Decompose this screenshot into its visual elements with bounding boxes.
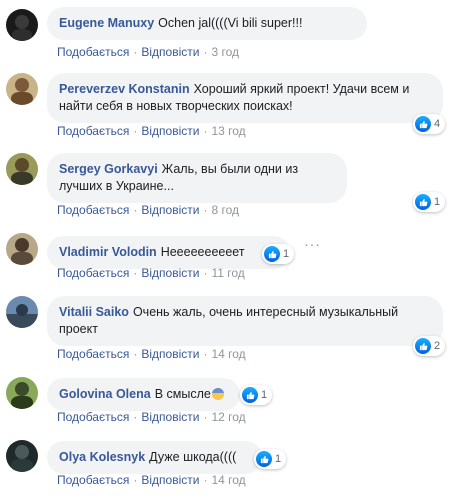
avatar[interactable] <box>6 233 38 265</box>
like-link[interactable]: Подобається <box>57 347 129 361</box>
comment-bubble: Vladimir Volodin Неееееееееет <box>47 236 290 269</box>
reply-link[interactable]: Відповісти <box>141 266 199 280</box>
reaction-number: 4 <box>434 118 441 130</box>
comment-text: Дуже шкода(((( <box>149 450 237 464</box>
separator: · <box>203 347 208 361</box>
comment-bubble: Olya Kolesnyk Дуже шкода(((( <box>47 441 262 474</box>
comment-bubble: Pereverzev Konstanin Хороший яркий проект… <box>47 73 443 123</box>
avatar[interactable] <box>6 153 38 185</box>
reaction-number: 1 <box>283 248 290 260</box>
like-icon <box>256 451 272 467</box>
comment-timestamp[interactable]: 8 год <box>211 203 239 217</box>
comment-bubble: Golovina Olena В смысле <box>47 378 240 411</box>
like-link[interactable]: Подобається <box>57 473 129 487</box>
comment-author[interactable]: Eugene Manuxy <box>59 16 154 30</box>
reaction-number: 2 <box>434 340 441 352</box>
separator: · <box>133 124 138 138</box>
avatar[interactable] <box>6 377 38 409</box>
separator: · <box>133 45 138 59</box>
reply-link[interactable]: Відповісти <box>141 410 199 424</box>
comment-author[interactable]: Golovina Olena <box>59 387 151 401</box>
reaction-count[interactable]: 1 <box>254 449 287 469</box>
comment-bubble: Eugene Manuxy Ochen jal((((Vi bili super!… <box>47 7 367 40</box>
like-icon <box>264 246 280 262</box>
comment-author[interactable]: Vitalii Saiko <box>59 305 129 319</box>
separator: · <box>133 347 138 361</box>
separator: · <box>203 45 208 59</box>
like-icon <box>415 338 431 354</box>
separator: · <box>133 266 138 280</box>
comment-bubble: Sergey Gorkavyi Жаль, вы были одни из луч… <box>47 153 347 203</box>
reaction-number: 1 <box>261 389 268 401</box>
like-link[interactable]: Подобається <box>57 203 129 217</box>
reaction-count[interactable]: 4 <box>413 114 446 134</box>
comment-text: Неееееееееет <box>160 245 245 259</box>
reaction-number: 1 <box>275 453 282 465</box>
comment-bubble: Vitalii Saiko Очень жаль, очень интересны… <box>47 296 443 346</box>
comment-actions: Подобається · Відповісти · 3 год <box>57 45 239 59</box>
comment-author[interactable]: Pereverzev Konstanin <box>59 82 190 96</box>
reply-link[interactable]: Відповісти <box>141 347 199 361</box>
reaction-count[interactable]: 1 <box>262 244 295 264</box>
like-link[interactable]: Подобається <box>57 266 129 280</box>
separator: · <box>203 473 208 487</box>
like-icon <box>242 387 258 403</box>
like-link[interactable]: Подобається <box>57 410 129 424</box>
comment-actions: Подобається · Відповісти · 14 год <box>57 347 246 361</box>
comment-author[interactable]: Vladimir Volodin <box>59 245 157 259</box>
comment-author[interactable]: Olya Kolesnyk <box>59 450 145 464</box>
separator: · <box>203 410 208 424</box>
comment-actions: Подобається · Відповісти · 12 год <box>57 410 246 424</box>
comment-actions: Подобається · Відповісти · 13 год <box>57 124 246 138</box>
separator: · <box>203 203 208 217</box>
comment-actions: Подобається · Відповісти · 14 год <box>57 473 246 487</box>
like-link[interactable]: Подобається <box>57 124 129 138</box>
reply-link[interactable]: Відповісти <box>141 473 199 487</box>
comment-author[interactable]: Sergey Gorkavyi <box>59 162 158 176</box>
comment-text: Ochen jal((((Vi bili super!!! <box>158 16 303 30</box>
avatar[interactable] <box>6 296 38 328</box>
comment-actions: Подобається · Відповісти · 11 год <box>57 266 245 280</box>
more-options-icon[interactable]: ··· <box>304 236 321 252</box>
comment-text: В смысле <box>154 387 211 401</box>
comment-timestamp[interactable]: 3 год <box>211 45 239 59</box>
like-icon <box>415 116 431 132</box>
reaction-count[interactable]: 1 <box>413 192 446 212</box>
separator: · <box>203 266 208 280</box>
separator: · <box>133 473 138 487</box>
avatar[interactable] <box>6 73 38 105</box>
reaction-count[interactable]: 2 <box>413 336 446 356</box>
comment-timestamp[interactable]: 12 год <box>211 410 245 424</box>
comment-timestamp[interactable]: 14 год <box>211 347 245 361</box>
reply-link[interactable]: Відповісти <box>141 45 199 59</box>
comment-timestamp[interactable]: 14 год <box>211 473 245 487</box>
reply-link[interactable]: Відповісти <box>141 124 199 138</box>
comment-timestamp[interactable]: 11 год <box>211 266 244 280</box>
reply-link[interactable]: Відповісти <box>141 203 199 217</box>
separator: · <box>133 203 138 217</box>
avatar[interactable] <box>6 440 38 472</box>
comment-timestamp[interactable]: 13 год <box>211 124 245 138</box>
fearful-face-emoji <box>211 388 224 400</box>
separator: · <box>133 410 138 424</box>
avatar[interactable] <box>6 9 38 41</box>
comment-actions: Подобається · Відповісти · 8 год <box>57 203 239 217</box>
separator: · <box>203 124 208 138</box>
reaction-count[interactable]: 1 <box>240 385 273 405</box>
reaction-number: 1 <box>434 196 441 208</box>
like-link[interactable]: Подобається <box>57 45 129 59</box>
like-icon <box>415 194 431 210</box>
